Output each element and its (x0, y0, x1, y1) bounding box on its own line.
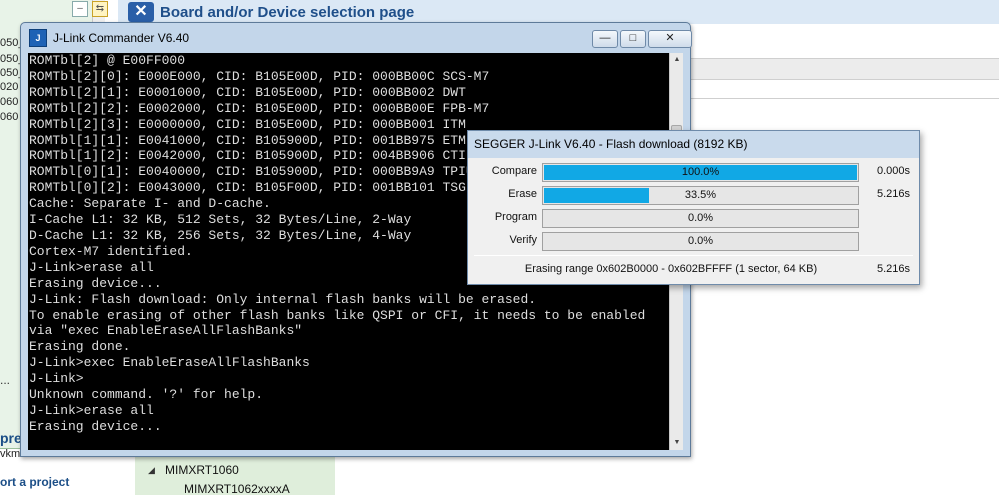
scroll-down-icon[interactable]: ▼ (670, 436, 684, 450)
status-bar: Erasing range 0x602B0000 - 0x602BFFFF (1… (468, 263, 919, 279)
console-line: ROMTbl[2] @ E00FF000 (29, 53, 186, 68)
erase-label: Erase (508, 188, 537, 200)
program-progress-bar: 0.0% (542, 209, 859, 228)
explorer-toolbar: – ⇆ (68, 0, 108, 20)
maximize-button[interactable]: □ (620, 30, 646, 48)
console-line: via "exec EnableEraseAllFlashBanks" (29, 323, 303, 339)
close-button[interactable]: ✕ (648, 30, 692, 48)
dialog-titlebar[interactable]: SEGGER J-Link V6.40 - Flash download (81… (468, 131, 919, 158)
program-percent: 0.0% (687, 212, 714, 224)
verify-progress-bar: 0.0% (542, 232, 859, 251)
console-line: Unknown command. '?' for help. (29, 387, 264, 403)
compare-percent: 100.0% (681, 166, 720, 178)
tree-item[interactable]: 060 (0, 110, 18, 125)
status-time: 5.216s (876, 263, 910, 275)
window-titlebar[interactable]: J J-Link Commander V6.40 — □ ✕ (21, 23, 692, 53)
wizard-logo-icon: ✕ (128, 2, 154, 22)
program-row: Program 0.0% (468, 209, 919, 229)
status-text: Erasing range 0x602B0000 - 0x602BFFFF (1… (524, 263, 818, 275)
erase-time: 5.216s (876, 188, 910, 200)
console-line: J-Link> (29, 371, 84, 387)
program-label: Program (494, 211, 537, 223)
erase-row: Erase 33.5% 5.216s (468, 186, 919, 206)
flash-download-dialog: SEGGER J-Link V6.40 - Flash download (81… (467, 130, 920, 285)
page-title: Board and/or Device selection page (160, 4, 415, 21)
compare-label: Compare (491, 165, 537, 177)
dialog-divider (474, 255, 913, 256)
minimize-button[interactable]: — (592, 30, 618, 48)
console-line: Erasing device... (29, 418, 162, 434)
compare-progress-bar: 100.0% (542, 163, 859, 182)
erase-progress-bar: 33.5% (542, 186, 859, 205)
verify-row: Verify 0.0% (468, 232, 919, 252)
collapse-all-icon[interactable]: – (72, 1, 88, 17)
link-editor-icon[interactable]: ⇆ (92, 1, 108, 17)
expand-triangle-icon[interactable]: ◢ (148, 465, 155, 476)
console-line: To enable erasing of other flash banks l… (29, 307, 646, 323)
window-title: J-Link Commander V6.40 (53, 31, 190, 45)
console-line: ROMTbl[2][1]: E0001000, CID: B105E00D, P… (29, 84, 466, 100)
console-line: ROMTbl[2][0]: E000E000, CID: B105E00D, P… (29, 68, 490, 84)
verify-percent: 0.0% (687, 235, 714, 247)
console-line: J-Link: Flash download: Only internal fl… (29, 291, 537, 307)
erase-percent: 33.5% (684, 189, 717, 201)
device-item[interactable]: MIMXRT1062xxxxA (184, 482, 290, 495)
verify-label: Verify (509, 234, 537, 246)
tree-item[interactable]: 060 (0, 95, 18, 110)
device-family-item[interactable]: MIMXRT1060 (165, 463, 239, 477)
scroll-up-icon[interactable]: ▲ (670, 53, 684, 67)
quickstart-header: pre (0, 430, 22, 446)
overflow-dots[interactable]: ... (0, 373, 10, 387)
console-line: J-Link>exec EnableEraseAllFlashBanks (29, 355, 310, 371)
quickstart-item[interactable]: vkm (0, 448, 20, 460)
compare-time: 0.000s (876, 165, 910, 177)
dialog-title: SEGGER J-Link V6.40 - Flash download (81… (474, 137, 748, 151)
console-line: Erasing done. (29, 339, 131, 355)
console-line: J-Link>erase all (29, 402, 154, 418)
tree-item[interactable]: 020 (0, 80, 18, 95)
console-line: ROMTbl[2][2]: E0002000, CID: B105E00D, P… (29, 100, 490, 116)
compare-row: Compare 100.0% 0.000s (468, 163, 919, 183)
jlink-app-icon: J (29, 29, 47, 47)
import-project-link[interactable]: ort a project (0, 475, 69, 489)
